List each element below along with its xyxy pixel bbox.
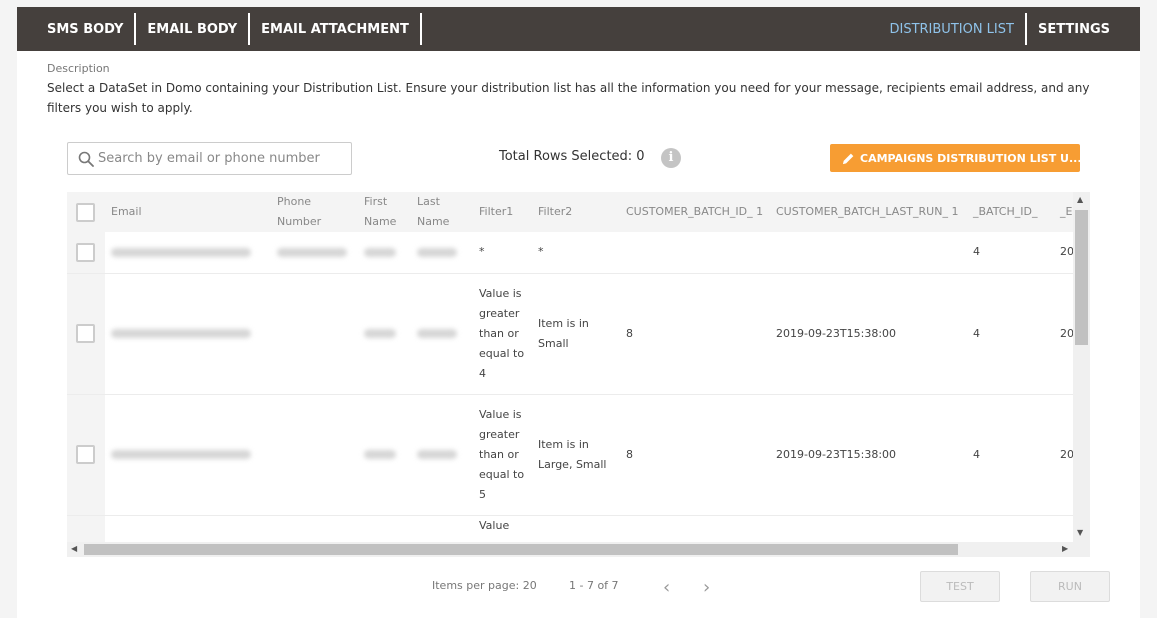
info-icon[interactable]: i — [661, 148, 681, 168]
test-button[interactable]: TEST — [920, 571, 1000, 602]
cell-phone — [271, 232, 358, 274]
select-all-checkbox[interactable] — [76, 202, 95, 222]
nav-left-group: SMS BODY EMAIL BODY EMAIL ATTACHMENT — [17, 7, 422, 51]
redacted-phone — [277, 247, 347, 257]
prev-page-chevron-icon[interactable]: ‹ — [663, 577, 670, 598]
col-header-last-name[interactable]: Last Name — [411, 192, 473, 232]
cell-customer-batch-last-run: 2019-09-23T15:38:00 — [770, 394, 967, 516]
description-label: Description — [47, 62, 110, 75]
cell-phone — [271, 273, 358, 395]
top-navbar: SMS BODY EMAIL BODY EMAIL ATTACHMENT DIS… — [17, 7, 1140, 51]
col-header-filter2[interactable]: Filter2 — [532, 192, 620, 232]
redacted-first-name — [364, 450, 396, 459]
scroll-right-arrow-icon[interactable]: ▶ — [1062, 544, 1068, 553]
redacted-first-name — [364, 329, 396, 338]
scroll-down-arrow-icon[interactable]: ▼ — [1077, 528, 1083, 537]
select-dataset-label: CAMPAIGNS DISTRIBUTION LIST U... — [860, 151, 1080, 165]
cell-batch-id: 4 — [967, 273, 1054, 395]
horizontal-scrollbar[interactable]: ◀ ▶ — [67, 542, 1090, 557]
redacted-email — [111, 329, 251, 338]
nav-tab-email-attachment[interactable]: EMAIL ATTACHMENT — [250, 13, 422, 45]
cell-customer-batch-last-run: 2019-09-23T15:38:00 — [770, 273, 967, 395]
row-checkbox[interactable] — [76, 324, 95, 343]
cell-customer-batch-id — [620, 232, 770, 274]
cell-phone — [271, 394, 358, 516]
table-row[interactable]: * * 4 20 28 — [67, 232, 1090, 274]
scroll-left-arrow-icon[interactable]: ◀ — [71, 544, 77, 553]
col-header-filter1[interactable]: Filter1 — [473, 192, 532, 232]
col-header-batch-id[interactable]: _BATCH_ID_ — [967, 192, 1054, 232]
table-header-row: Email Phone Number First Name Last Name … — [67, 192, 1090, 232]
redacted-last-name — [417, 247, 457, 257]
next-page-chevron-icon[interactable]: › — [703, 577, 710, 598]
cell-filter1: * — [473, 232, 532, 274]
scroll-up-arrow-icon[interactable]: ▲ — [1077, 195, 1083, 204]
redacted-last-name — [417, 450, 457, 459]
cell-filter2: Item is in Large, Small — [532, 394, 620, 516]
row-checkbox-cell — [67, 232, 105, 274]
redacted-email — [111, 450, 251, 459]
cell-filter1: Value is greater than or equal to 5 — [473, 394, 532, 516]
table-row[interactable]: Value is greater than or equal to 4 Item… — [67, 273, 1090, 395]
cell-first-name — [358, 273, 411, 395]
nav-tab-distribution-list[interactable]: DISTRIBUTION LIST — [878, 13, 1027, 45]
cell-last-name — [411, 273, 473, 395]
cell-email — [105, 273, 271, 395]
description-text: Select a DataSet in Domo containing your… — [47, 81, 1090, 115]
nav-tab-settings[interactable]: SETTINGS — [1027, 13, 1140, 45]
run-button[interactable]: RUN — [1030, 571, 1110, 602]
horizontal-scroll-thumb[interactable] — [84, 544, 958, 555]
nav-right-group: DISTRIBUTION LIST SETTINGS — [878, 7, 1140, 51]
cell-filter1: Value is greater than or equal to 4 — [473, 273, 532, 395]
vertical-scrollbar[interactable]: ▲ ▼ — [1073, 192, 1090, 542]
total-rows-selected: Total Rows Selected: 0 — [499, 149, 645, 164]
cell-email — [105, 232, 271, 274]
app-frame: SMS BODY EMAIL BODY EMAIL ATTACHMENT DIS… — [17, 7, 1140, 618]
col-header-first-name[interactable]: First Name — [358, 192, 411, 232]
search-box — [67, 142, 352, 175]
cell-filter2: * — [532, 232, 620, 274]
cell-batch-id: 4 — [967, 394, 1054, 516]
cell-last-name — [411, 232, 473, 274]
cell-first-name — [358, 232, 411, 274]
cell-customer-batch-last-run — [770, 232, 967, 274]
redacted-last-name — [417, 329, 457, 338]
nav-tab-sms-body[interactable]: SMS BODY — [17, 13, 137, 45]
row-checkbox[interactable] — [76, 445, 95, 464]
col-header-customer-batch-id[interactable]: CUSTOMER_BATCH_ID_ 1 — [620, 192, 770, 232]
search-icon — [78, 151, 94, 167]
select-dataset-button[interactable]: CAMPAIGNS DISTRIBUTION LIST U... — [830, 144, 1080, 172]
cell-last-name — [411, 394, 473, 516]
header-checkbox-cell — [67, 192, 105, 232]
row-checkbox[interactable] — [76, 242, 95, 262]
cell-email — [105, 394, 271, 516]
cell-customer-batch-id: 8 — [620, 394, 770, 516]
redacted-email — [111, 247, 251, 257]
col-header-customer-batch-last-run[interactable]: CUSTOMER_BATCH_LAST_RUN_ 1 — [770, 192, 967, 232]
col-header-email[interactable]: Email — [105, 192, 271, 232]
distribution-table: Email Phone Number First Name Last Name … — [67, 192, 1090, 557]
page-range: 1 - 7 of 7 — [569, 579, 619, 592]
col-header-phone[interactable]: Phone Number — [271, 192, 358, 232]
items-per-page[interactable]: Items per page: 20 — [432, 579, 537, 592]
pencil-icon — [842, 153, 854, 164]
nav-tab-email-body[interactable]: EMAIL BODY — [136, 13, 251, 45]
row-checkbox-cell — [67, 273, 105, 395]
vertical-scroll-thumb[interactable] — [1075, 210, 1088, 345]
cell-batch-id: 4 — [967, 232, 1054, 274]
cell-customer-batch-id: 8 — [620, 273, 770, 395]
row-checkbox-cell — [67, 394, 105, 516]
table-row[interactable]: Value is greater than or equal to 5 Item… — [67, 394, 1090, 516]
redacted-first-name — [364, 247, 396, 257]
search-input[interactable] — [98, 143, 348, 174]
cell-first-name — [358, 394, 411, 516]
cell-filter2: Item is in Small — [532, 273, 620, 395]
